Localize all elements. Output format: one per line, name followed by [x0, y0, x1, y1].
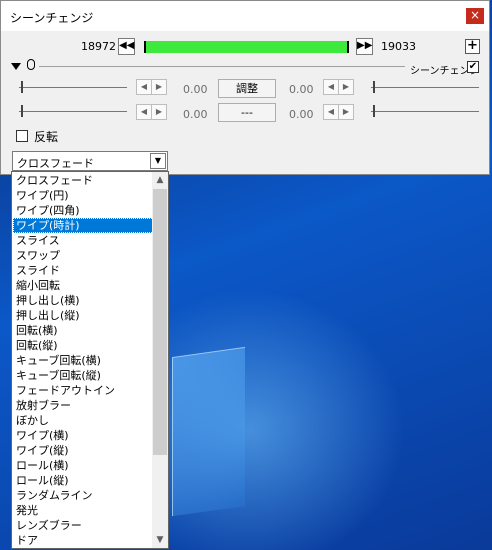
- title-bar: シーンチェンジ ×: [1, 1, 489, 31]
- increment-button[interactable]: ▶: [338, 79, 354, 95]
- scene-change-checkbox[interactable]: ✔: [467, 61, 479, 73]
- decrement-button[interactable]: ◀: [323, 79, 339, 95]
- dropdown-option[interactable]: 放射ブラー: [13, 398, 154, 413]
- value-readout: 0.00: [183, 108, 208, 121]
- dropdown-option[interactable]: 回転(縦): [13, 338, 154, 353]
- window-title: シーンチェンジ: [10, 11, 94, 25]
- windows-logo-pane: [172, 346, 245, 517]
- dropdown-option[interactable]: クロスフェード: [13, 173, 154, 188]
- value-readout: 0.00: [289, 108, 314, 121]
- slider-track-1-right[interactable]: [371, 87, 479, 88]
- decrement-button[interactable]: ◀: [136, 104, 152, 120]
- scene-change-window: シーンチェンジ × 18972 ◀◀ ▶▶ 19033 + シーンチェンジ ✔ …: [0, 0, 490, 175]
- dropdown-option[interactable]: 縮小回転: [13, 278, 154, 293]
- transition-select[interactable]: クロスフェード ▼: [12, 151, 168, 171]
- dropdown-option[interactable]: キューブ回転(横): [13, 353, 154, 368]
- slider-knob[interactable]: [373, 105, 375, 117]
- dropdown-option[interactable]: キューブ回転(縦): [13, 368, 154, 383]
- scroll-down-icon[interactable]: ▼: [152, 532, 168, 548]
- dropdown-option[interactable]: ワイプ(時計): [13, 218, 154, 233]
- track-mode-button[interactable]: ---: [218, 103, 276, 122]
- dropdown-option[interactable]: ランダムライン: [13, 488, 154, 503]
- reverse-checkbox[interactable]: [16, 130, 28, 142]
- scroll-thumb[interactable]: [153, 189, 167, 455]
- value-readout: 0.00: [183, 83, 208, 96]
- mouse-icon: [27, 59, 35, 70]
- dropdown-option[interactable]: ワイプ(縦): [13, 443, 154, 458]
- slider-track-1-left[interactable]: [19, 87, 127, 88]
- skip-forward-button[interactable]: ▶▶: [356, 38, 373, 55]
- increment-button[interactable]: ▶: [151, 79, 167, 95]
- dropdown-option[interactable]: ドア: [13, 533, 154, 548]
- dropdown-option[interactable]: フェードアウトイン: [13, 383, 154, 398]
- end-frame: 19033: [381, 40, 416, 53]
- scrollbar[interactable]: ▲ ▼: [152, 172, 168, 548]
- chevron-down-icon[interactable]: ▼: [150, 153, 166, 169]
- slider-track-2-right[interactable]: [371, 111, 479, 112]
- value-readout: 0.00: [289, 83, 314, 96]
- slider-knob[interactable]: [21, 105, 23, 117]
- reverse-label: 反転: [34, 130, 59, 144]
- dropdown-option[interactable]: レンズブラー: [13, 518, 154, 533]
- slider-knob[interactable]: [373, 81, 375, 93]
- dropdown-option[interactable]: 押し出し(縦): [13, 308, 154, 323]
- start-frame: 18972: [81, 40, 116, 53]
- decrement-button[interactable]: ◀: [323, 104, 339, 120]
- adjust-button[interactable]: 調整: [218, 79, 276, 98]
- dropdown-option[interactable]: スライス: [13, 233, 154, 248]
- dropdown-option[interactable]: スワップ: [13, 248, 154, 263]
- dropdown-option[interactable]: ワイプ(四角): [13, 203, 154, 218]
- collapse-triangle-icon[interactable]: [11, 63, 21, 70]
- transition-select-value: クロスフェード: [17, 157, 94, 170]
- dropdown-option[interactable]: ワイプ(横): [13, 428, 154, 443]
- dropdown-option[interactable]: ロール(横): [13, 458, 154, 473]
- skip-back-button[interactable]: ◀◀: [118, 38, 135, 55]
- increment-button[interactable]: ▶: [151, 104, 167, 120]
- decrement-button[interactable]: ◀: [136, 79, 152, 95]
- dropdown-option[interactable]: ぼかし: [13, 413, 154, 428]
- dropdown-option[interactable]: 押し出し(横): [13, 293, 154, 308]
- dropdown-option[interactable]: ロール(縦): [13, 473, 154, 488]
- close-button[interactable]: ×: [466, 8, 484, 24]
- header-divider: [39, 66, 405, 67]
- scroll-up-icon[interactable]: ▲: [152, 172, 168, 188]
- dropdown-option[interactable]: 回転(横): [13, 323, 154, 338]
- transition-dropdown-list: クロスフェード ワイプ(円) ワイプ(四角) ワイプ(時計) スライス スワップ スライド縮…: [11, 171, 169, 549]
- slider-knob[interactable]: [21, 81, 23, 93]
- dropdown-option[interactable]: スライド: [13, 263, 154, 278]
- skip-forward-icon: ▶▶: [357, 40, 373, 51]
- add-button[interactable]: +: [465, 39, 480, 54]
- dropdown-option[interactable]: 発光: [13, 503, 154, 518]
- increment-button[interactable]: ▶: [338, 104, 354, 120]
- frame-timeline[interactable]: [144, 41, 349, 53]
- slider-track-2-left[interactable]: [19, 111, 127, 112]
- dropdown-option[interactable]: ワイプ(円): [13, 188, 154, 203]
- skip-back-icon: ◀◀: [119, 40, 135, 51]
